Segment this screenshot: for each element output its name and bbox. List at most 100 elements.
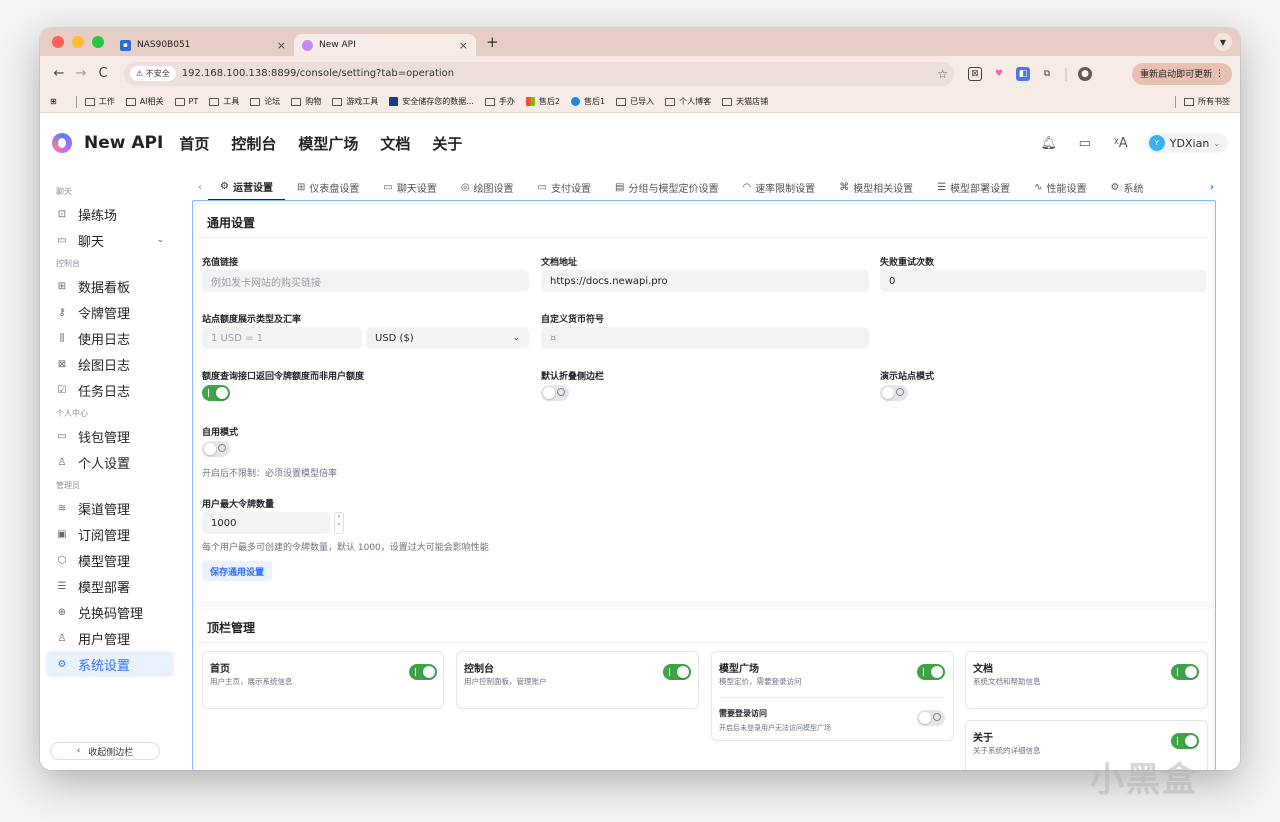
monitor-icon[interactable]: ▭	[1074, 132, 1096, 154]
currency-symbol-input[interactable]: ¤	[541, 327, 869, 349]
save-general-settings-button[interactable]: 保存通用设置	[202, 561, 273, 581]
bookmark-item[interactable]: 售后1	[571, 96, 605, 107]
extension-icon[interactable]: ⊠	[968, 66, 982, 81]
tab-model-related[interactable]: ⌘ 模型相关设置	[827, 173, 925, 201]
not-secure-badge[interactable]: ⚠ 不安全	[130, 66, 176, 81]
bookmark-item[interactable]: 个人博客	[665, 96, 711, 107]
home-toggle[interactable]	[409, 664, 437, 680]
sidebar-item-drawing-log[interactable]: ⊠ 绘图日志	[46, 351, 174, 377]
sidebar-item-task-log[interactable]: ☑ 任务日志	[46, 377, 174, 403]
sidebar-item-channels[interactable]: ≋ 渠道管理	[46, 495, 174, 521]
tab-chat[interactable]: ▭ 聊天设置	[371, 173, 448, 201]
tab-payment[interactable]: ▭ 支付设置	[526, 173, 603, 201]
new-tab-button[interactable]: +	[486, 33, 499, 51]
bookmark-item[interactable]: 论坛	[250, 96, 280, 107]
docs-url-input[interactable]: https://docs.newapi.pro	[541, 270, 869, 292]
close-window-button[interactable]	[52, 36, 64, 48]
sidebar-item-wallet[interactable]: ▭ 钱包管理	[46, 423, 174, 449]
collapse-sidebar-button[interactable]: ‹ 收起侧边栏	[50, 742, 160, 760]
address-bar[interactable]: ⚠ 不安全 192.168.100.138:8899/console/setti…	[124, 61, 954, 86]
bookmark-item[interactable]: AI相关	[125, 96, 164, 107]
tabs-scroll-left-icon[interactable]: ‹	[192, 182, 208, 193]
brand-name[interactable]: New API	[84, 133, 163, 153]
bookmark-star-icon[interactable]: ☆	[937, 67, 948, 81]
sidebar-item-tokens[interactable]: ⚷ 令牌管理	[46, 299, 174, 325]
console-toggle[interactable]	[663, 664, 691, 680]
tab-search-chevron-icon[interactable]: ▼	[1214, 33, 1232, 51]
bookmark-item[interactable]: 购物	[291, 96, 321, 107]
apps-grid-icon[interactable]: ⊞	[50, 97, 57, 106]
exchange-rate-input[interactable]: 1 USD = 1	[202, 327, 362, 349]
tab-operation[interactable]: ⚙ 运营设置	[208, 173, 285, 201]
close-tab-icon[interactable]: ×	[459, 39, 468, 52]
nav-model-square[interactable]: 模型广场	[298, 133, 358, 154]
sidebar-item-subscriptions[interactable]: ▣ 订阅管理	[46, 521, 174, 547]
tab-pricing[interactable]: ▤ 分组与模型定价设置	[603, 173, 730, 201]
puzzle-icon[interactable]: ⧉	[1040, 67, 1054, 81]
tab-rate-limit[interactable]: ◠ 速率限制设置	[730, 173, 827, 201]
close-tab-icon[interactable]: ×	[277, 39, 286, 52]
nav-docs[interactable]: 文档	[380, 133, 410, 154]
sidebar-item-chat[interactable]: ▭ 聊天 ⌄	[46, 227, 174, 253]
sidebar-item-dashboard[interactable]: ⊞ 数据看板	[46, 273, 174, 299]
extension-icon[interactable]: ♥	[992, 67, 1006, 81]
tab-drawing[interactable]: ◎ 绘图设置	[449, 173, 526, 201]
recharge-link-input[interactable]: 例如发卡网站的购买链接	[202, 270, 529, 292]
bell-icon[interactable]: 🔔︎	[1038, 132, 1060, 154]
url-text[interactable]: 192.168.100.138:8899/console/setting?tab…	[182, 68, 938, 79]
user-menu[interactable]: Y YDXian ⌄	[1145, 133, 1228, 153]
sidebar-item-redemption[interactable]: ⊕ 兑换码管理	[46, 599, 174, 625]
browser-tab-nas[interactable]: ▪ NAS90B051 ×	[112, 34, 294, 56]
bookmark-item[interactable]: 游戏工具	[332, 96, 378, 107]
sidebar-item-playground[interactable]: ⊡ 操练场	[46, 201, 174, 227]
sidebar-item-models[interactable]: ⬡ 模型管理	[46, 547, 174, 573]
nav-console[interactable]: 控制台	[231, 133, 276, 154]
sidebar-item-usage-log[interactable]: ⫼ 使用日志	[46, 325, 174, 351]
bookmark-item[interactable]: 手办	[484, 96, 515, 107]
self-use-mode-toggle[interactable]	[202, 441, 230, 457]
tab-system[interactable]: ⚙ 系统	[1099, 173, 1153, 201]
bookmark-item[interactable]: 工具	[209, 96, 239, 107]
nav-home[interactable]: 首页	[179, 133, 209, 154]
stepper-up-icon[interactable]: ˄	[337, 515, 341, 523]
sidebar-item-users[interactable]: ♙ 用户管理	[46, 625, 174, 651]
tab-performance[interactable]: ∿ 性能设置	[1022, 173, 1098, 201]
forward-arrow-icon[interactable]: →	[70, 66, 92, 81]
tab-model-deploy[interactable]: ☰ 模型部署设置	[925, 173, 1022, 201]
bookmark-item[interactable]: 安全储存您的数据...	[389, 96, 474, 107]
stepper-down-icon[interactable]: ˅	[337, 523, 341, 531]
tab-dashboard[interactable]: ⊞ 仪表盘设置	[285, 173, 371, 201]
token-quota-toggle[interactable]	[202, 385, 230, 401]
max-tokens-input[interactable]: 1000	[202, 512, 330, 534]
zoom-window-button[interactable]	[92, 36, 104, 48]
minimize-window-button[interactable]	[72, 36, 84, 48]
sidebar-item-personal-settings[interactable]: ♙ 个人设置	[46, 449, 174, 475]
reload-icon[interactable]: C	[92, 66, 114, 81]
profile-icon[interactable]: ●	[1078, 66, 1093, 81]
docs-toggle[interactable]	[1171, 664, 1199, 680]
number-stepper[interactable]: ˄ ˅	[334, 512, 344, 534]
bookmark-item[interactable]: 售后2	[525, 96, 560, 107]
retry-times-input[interactable]: 0	[880, 270, 1207, 292]
browser-tab-newapi[interactable]: New API ×	[294, 34, 476, 56]
login-required-toggle[interactable]	[917, 710, 945, 726]
bookmark-item[interactable]: 已导入	[616, 96, 654, 107]
relaunch-update-button[interactable]: 重新启动即可更新 ⋮	[1132, 62, 1232, 85]
model-square-toggle[interactable]	[917, 664, 945, 680]
currency-select[interactable]: USD ($) ⌄	[366, 327, 529, 349]
extension-icon[interactable]: ◧	[1016, 66, 1030, 81]
back-arrow-icon[interactable]: ←	[48, 66, 70, 81]
nav-about[interactable]: 关于	[432, 133, 462, 154]
tabs-scroll-right-icon[interactable]: ›	[1204, 182, 1220, 193]
default-collapse-sidebar-toggle[interactable]	[541, 385, 569, 401]
demo-mode-toggle[interactable]	[880, 385, 908, 401]
bookmark-item[interactable]: 工作	[84, 96, 115, 107]
new-api-logo-icon[interactable]	[52, 133, 72, 153]
sidebar-item-system-settings[interactable]: ⚙ 系统设置	[46, 651, 174, 677]
about-toggle[interactable]	[1171, 733, 1199, 749]
translate-icon[interactable]: ᵡA	[1110, 132, 1132, 154]
all-bookmarks-button[interactable]: 所有书签	[1167, 95, 1230, 108]
sidebar-item-model-deploy[interactable]: ☰ 模型部署	[46, 573, 174, 599]
bookmark-item[interactable]: 天猫店铺	[722, 96, 768, 107]
bookmark-item[interactable]: PT	[174, 97, 198, 106]
